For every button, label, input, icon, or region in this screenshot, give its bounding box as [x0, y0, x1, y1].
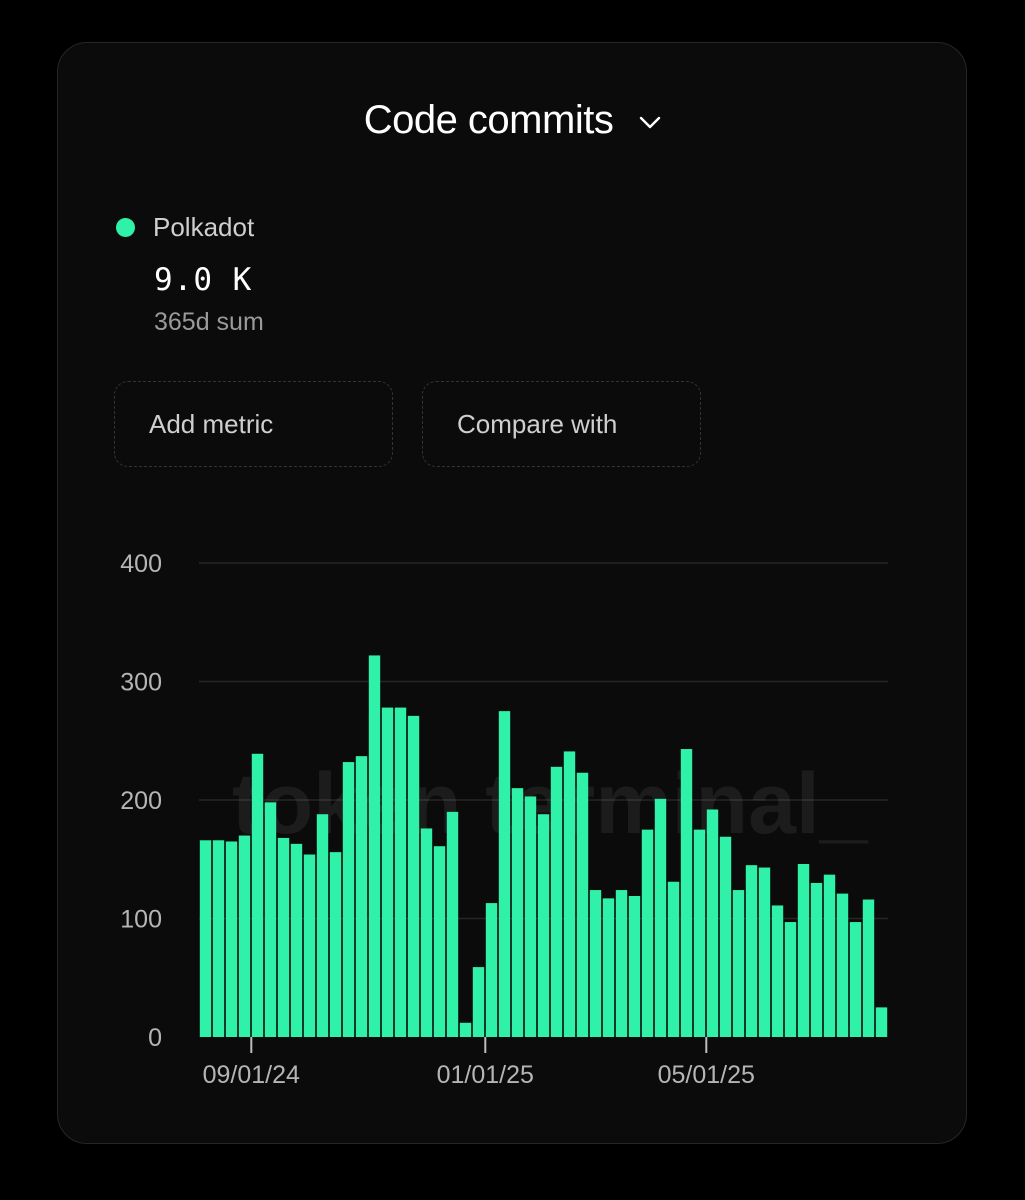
chart-title: Code commits: [363, 98, 614, 142]
summary-value: 9.0 K: [154, 262, 253, 298]
compare-with-button[interactable]: Compare with: [422, 381, 701, 467]
legend: Polkadot: [116, 212, 254, 243]
series-color-dot: [116, 218, 135, 237]
summary-caption: 365d sum: [154, 308, 264, 336]
chevron-down-icon: [640, 116, 661, 128]
add-metric-button[interactable]: Add metric: [114, 381, 393, 467]
chart-card: [57, 42, 967, 1144]
metric-selector[interactable]: Code commits: [0, 98, 1025, 143]
series-name: Polkadot: [153, 212, 255, 242]
